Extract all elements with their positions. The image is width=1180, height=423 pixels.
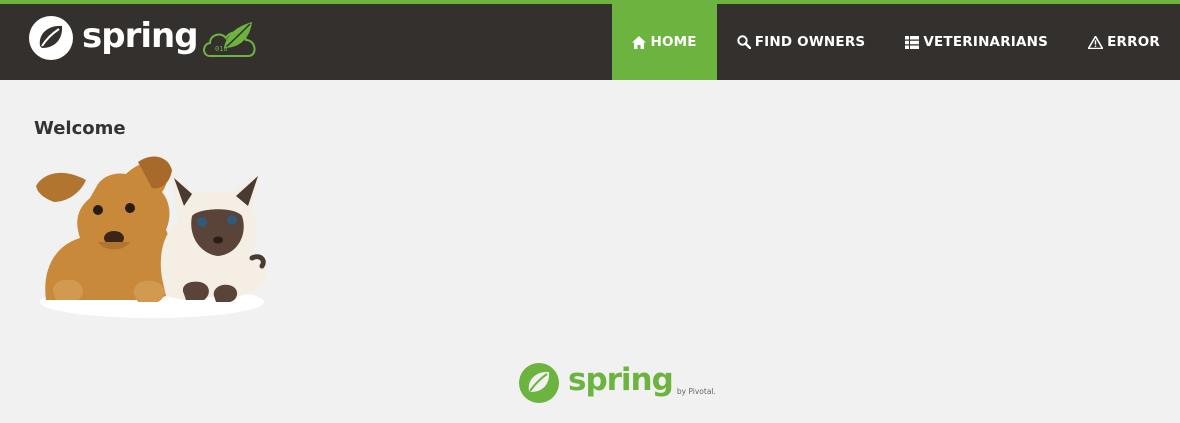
main-content: Welcome [34,118,126,139]
search-icon [736,35,751,49]
footer-wordmark: spring [568,362,674,398]
brand-logo[interactable]: spring 010 [28,14,262,62]
nav-find-owners-label: FIND OWNERS [754,34,866,50]
nav-error-label: ERROR [1107,34,1160,50]
nav-veterinarians[interactable]: VETERINARIANS [885,4,1068,80]
svg-text:010: 010 [215,45,228,53]
brand-wordmark: spring [82,16,199,56]
nav-veterinarians-label: VETERINARIANS [923,34,1049,50]
nav-home[interactable]: HOME [612,4,717,80]
nav-find-owners[interactable]: FIND OWNERS [717,4,886,80]
warning-icon [1088,35,1104,49]
top-navbar: spring 010 HOME FIND OWNERS VETERINARIAN… [0,0,1180,80]
home-icon [632,35,647,49]
spring-leaf-icon [29,16,73,60]
spring-leaf-icon [519,363,559,403]
page-title: Welcome [34,118,126,139]
nav-home-label: HOME [650,34,697,50]
footer-logo: spring by Pivotal. [518,362,716,404]
main-nav: HOME FIND OWNERS VETERINARIANS ERROR [612,4,1180,80]
nav-error[interactable]: ERROR [1068,4,1180,80]
footer-byline: by Pivotal. [676,386,716,396]
leaf-cloud-icon: 010 [202,22,256,57]
pets-illustration [34,150,270,326]
list-icon [905,35,920,49]
